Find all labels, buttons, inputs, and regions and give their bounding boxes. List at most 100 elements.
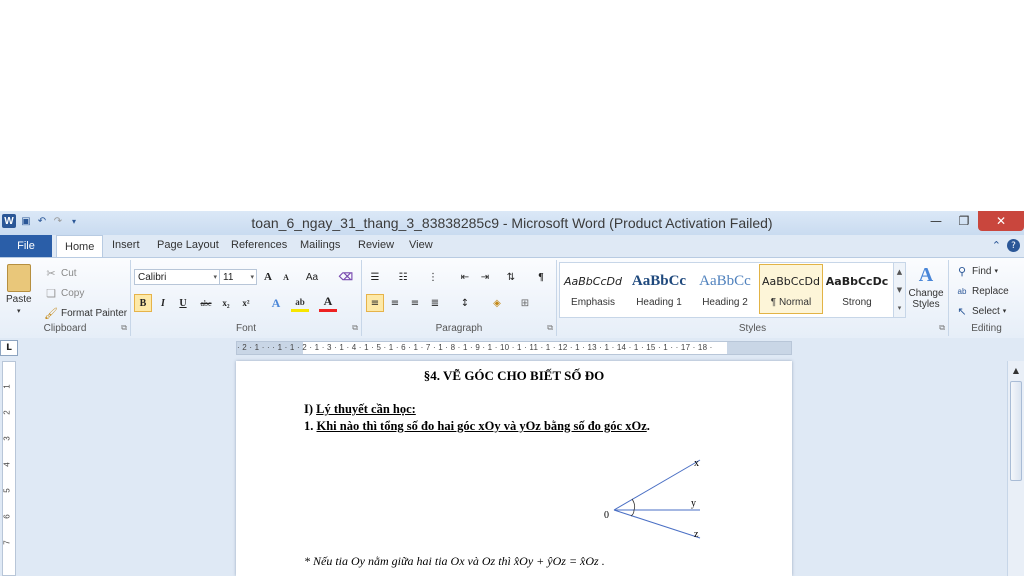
- line-spacing-icon[interactable]: ↕: [456, 294, 474, 312]
- font-launcher-icon[interactable]: ⧉: [352, 323, 358, 333]
- style-normal[interactable]: AaBbCcDd ¶ Normal: [759, 264, 823, 314]
- clipboard-launcher-icon[interactable]: ⧉: [121, 323, 127, 333]
- ruler-right-margin: [727, 342, 791, 354]
- justify-icon[interactable]: ≣: [426, 294, 444, 312]
- ray-ox: [613, 459, 701, 511]
- editing-group: ⚲ Find ▾ ab Replace ↖ Select ▾ Editing: [949, 260, 1024, 336]
- sort-icon[interactable]: ⇅: [502, 268, 520, 286]
- font-size-combo[interactable]: 11 ▾: [219, 269, 257, 285]
- tab-home[interactable]: Home: [56, 235, 104, 257]
- vertical-scrollbar[interactable]: ▲: [1007, 361, 1024, 576]
- chevron-down-icon: ▾: [213, 274, 217, 281]
- label-o: 0: [604, 510, 609, 521]
- tab-file[interactable]: File: [0, 235, 52, 257]
- tab-page-layout[interactable]: Page Layout: [157, 239, 219, 251]
- vertical-ruler[interactable]: 1 2 3 4 5 6 7: [2, 361, 16, 576]
- maximize-button[interactable]: ❐: [950, 211, 978, 231]
- font-group: Calibri ▾ 11 ▾ A A Aa ⌫ B I U abc x₂ x² A …: [131, 260, 362, 336]
- ribbon-tabs: File Home Insert Page Layout References …: [0, 235, 1024, 257]
- replace-button[interactable]: ab Replace: [955, 284, 1009, 298]
- chevron-up-icon: ▲: [896, 268, 903, 276]
- tab-view[interactable]: View: [409, 239, 433, 251]
- clear-formatting-icon[interactable]: ⌫: [337, 268, 355, 286]
- change-styles-icon: A: [918, 264, 934, 286]
- style-strong[interactable]: AaBbCcDc Strong: [825, 264, 889, 314]
- window-controls: — ❐ ✕: [922, 211, 1024, 231]
- change-styles-button[interactable]: A Change Styles: [907, 264, 945, 310]
- minimize-ribbon-icon[interactable]: ⌃: [992, 239, 1001, 252]
- title-bar: W ▣ ↶ ↷ ▾ toan_6_ngay_31_thang_3_8383828…: [0, 211, 1024, 235]
- label-x: x: [694, 458, 699, 469]
- ruler-row: L · 2 · 1 · · · 1 · 1 · 2 · 1 · 3 · 1 · …: [0, 338, 1024, 484]
- paste-icon: [6, 264, 31, 292]
- close-button[interactable]: ✕: [978, 211, 1024, 231]
- style-heading-2[interactable]: AaBbCc Heading 2: [693, 264, 757, 314]
- styles-scroll[interactable]: ▲ ▼ ▾: [893, 262, 906, 318]
- minimize-button[interactable]: —: [922, 211, 950, 231]
- copy-icon: ❏: [46, 287, 56, 300]
- underline-button[interactable]: U: [174, 294, 192, 312]
- scroll-up-icon[interactable]: ▲: [1009, 363, 1023, 377]
- style-heading-1[interactable]: AaBbCc Heading 1: [627, 264, 691, 314]
- align-right-icon[interactable]: ≡: [406, 294, 424, 312]
- format-painter-button[interactable]: 🖌 Format Painter: [44, 306, 127, 320]
- chevron-down-icon: ▾: [994, 268, 998, 275]
- tab-review[interactable]: Review: [358, 239, 394, 251]
- show-formatting-icon[interactable]: ¶: [532, 268, 550, 286]
- shading-icon[interactable]: ◈: [488, 294, 506, 312]
- styles-launcher-icon[interactable]: ⧉: [939, 323, 945, 333]
- bold-button[interactable]: B: [134, 294, 152, 312]
- font-color-icon[interactable]: A: [319, 294, 337, 312]
- tab-insert[interactable]: Insert: [112, 239, 140, 251]
- scroll-thumb[interactable]: [1010, 381, 1022, 481]
- document-page[interactable]: §4. VẼ GÓC CHO BIẾT SỐ ĐO I) Lý thuyết c…: [236, 361, 792, 576]
- grow-font-button[interactable]: A: [259, 268, 277, 286]
- horizontal-ruler[interactable]: · 2 · 1 · · · 1 · 1 · 2 · 1 · 3 · 1 · 4 …: [236, 341, 792, 355]
- superscript-button[interactable]: x²: [237, 294, 255, 312]
- tab-references[interactable]: References: [231, 239, 287, 251]
- borders-icon[interactable]: ⊞: [516, 294, 534, 312]
- decrease-indent-icon[interactable]: ⇤: [456, 268, 474, 286]
- numbering-icon[interactable]: ☷: [394, 268, 412, 286]
- ray-oz: [613, 509, 701, 539]
- bullets-icon[interactable]: ☰: [366, 268, 384, 286]
- tab-selector-icon[interactable]: L: [0, 340, 18, 356]
- window-title: toan_6_ngay_31_thang_3_83838285c9 - Micr…: [251, 215, 773, 231]
- chevron-down-icon: ▼: [896, 286, 903, 294]
- styles-group: AaBbCcDd Emphasis AaBbCc Heading 1 AaBbC…: [557, 260, 949, 336]
- change-case-button[interactable]: Aa: [301, 268, 323, 286]
- more-icon: ▾: [897, 304, 902, 312]
- word-window: W ▣ ↶ ↷ ▾ toan_6_ngay_31_thang_3_8383828…: [0, 211, 1024, 576]
- text-effects-icon[interactable]: A: [267, 294, 285, 312]
- shrink-font-button[interactable]: A: [277, 268, 295, 286]
- help-icon[interactable]: ?: [1007, 239, 1020, 252]
- cursor-icon: ↖: [957, 305, 967, 318]
- theory-note: * Nếu tia Oy nằm giữa hai tia Ox và Oz t…: [304, 554, 605, 568]
- style-emphasis[interactable]: AaBbCcDd Emphasis: [561, 264, 625, 314]
- paste-button[interactable]: Paste ▾: [6, 264, 32, 315]
- font-name-combo[interactable]: Calibri ▾: [134, 269, 220, 285]
- highlight-color-icon[interactable]: ab: [291, 294, 309, 312]
- subscript-button[interactable]: x₂: [217, 294, 235, 312]
- ribbon-home: Paste ▾ ✂ Cut ❏ Copy 🖌 Format Painter Clipb…: [0, 257, 1024, 339]
- select-button[interactable]: ↖ Select ▾: [955, 304, 1006, 318]
- increase-indent-icon[interactable]: ⇥: [476, 268, 494, 286]
- align-center-icon[interactable]: ≡: [386, 294, 404, 312]
- italic-button[interactable]: I: [154, 294, 172, 312]
- copy-button[interactable]: ❏ Copy: [44, 286, 84, 300]
- format-painter-icon: 🖌: [44, 307, 58, 320]
- cut-button[interactable]: ✂ Cut: [44, 266, 76, 280]
- angle-diagram: x y z 0: [604, 458, 701, 540]
- document-title: §4. VẼ GÓC CHO BIẾT SỐ ĐO: [423, 368, 605, 383]
- arc-yoz: [630, 509, 635, 517]
- multilevel-list-icon[interactable]: ⋮: [424, 268, 442, 286]
- section-heading: I) Lý thuyết cần học:: [304, 402, 416, 416]
- find-button[interactable]: ⚲ Find ▾: [955, 264, 998, 278]
- chevron-down-icon: ▾: [1002, 308, 1007, 315]
- paragraph-launcher-icon[interactable]: ⧉: [547, 323, 553, 333]
- tab-mailings[interactable]: Mailings: [300, 239, 340, 251]
- ribbon-tab-icons: ⌃ ?: [992, 239, 1020, 252]
- replace-icon: ab: [957, 286, 967, 296]
- strikethrough-button[interactable]: abc: [197, 294, 215, 312]
- align-left-icon[interactable]: ≡: [366, 294, 384, 312]
